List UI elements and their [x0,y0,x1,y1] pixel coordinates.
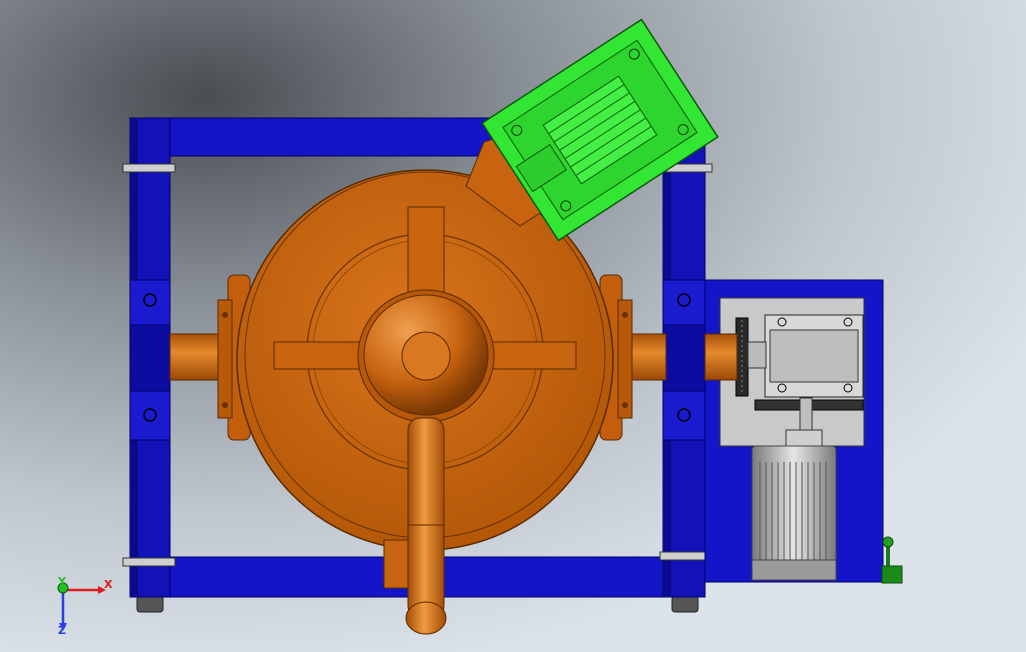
foot-left [136,595,164,613]
motor[interactable] [751,429,837,581]
bearing-cap [129,324,171,392]
motor-mount [785,429,823,449]
motor-fan-cover [751,559,837,581]
bolt-plate [659,551,713,561]
bolt-plate [122,163,176,173]
arm-left [273,341,365,370]
foot-right [671,595,699,613]
gear-reducer-face [769,329,859,383]
triad-x-label: X [104,578,113,591]
hub-center [401,331,451,381]
bolt [222,402,228,408]
pipe-body [407,417,445,619]
bolt [622,402,628,408]
coupling [747,341,767,369]
pipe-outlet [405,601,447,635]
triad-y-label: Y [57,575,67,588]
bearing-cap [662,324,706,392]
arm-right [489,341,577,370]
cad-viewport[interactable]: X Y Z [0,0,1026,652]
bolt [622,312,628,318]
arm-top [407,206,445,293]
bolt [222,312,228,318]
bolt-plate [122,557,176,567]
triad-z-label: Z [58,624,66,637]
